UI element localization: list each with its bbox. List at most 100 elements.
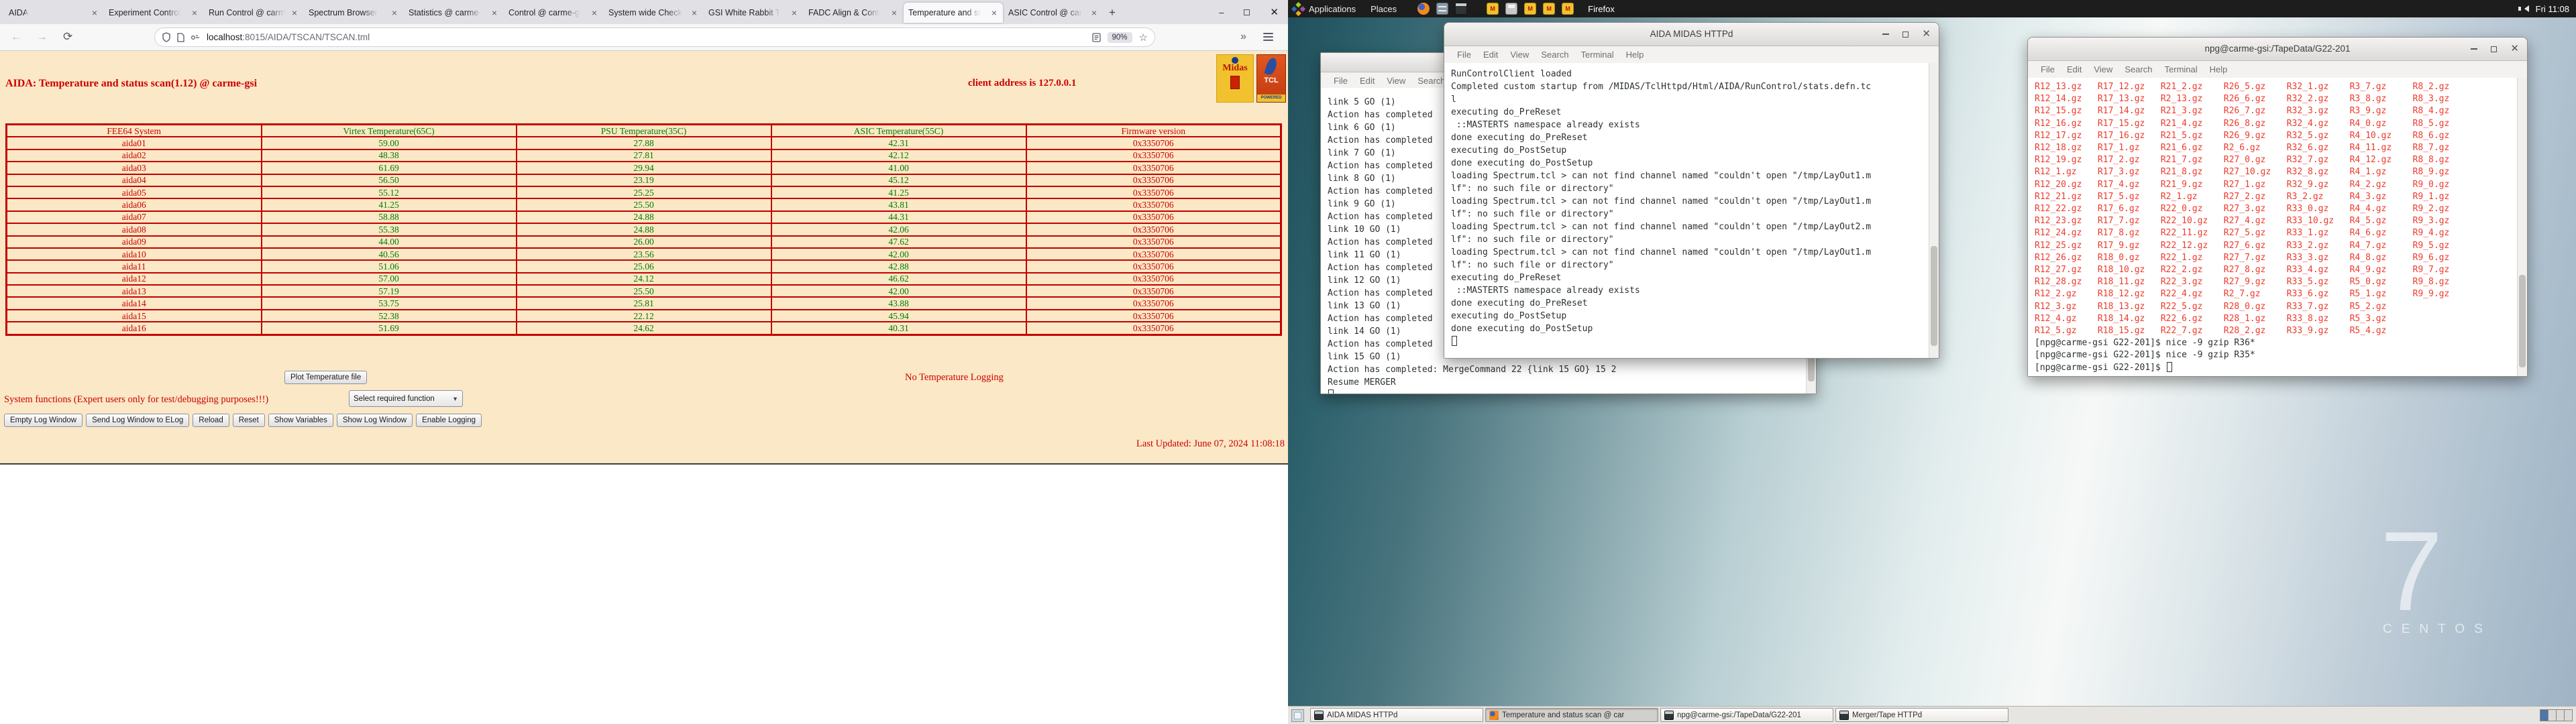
tab-close-icon[interactable]: × bbox=[790, 7, 798, 18]
aida-midas-httpd-window[interactable]: AIDA MIDAS HTTPd ✕ File Edit View Search Ter… bbox=[1444, 22, 1939, 359]
menu-item-edit[interactable]: Edit bbox=[2061, 64, 2088, 74]
menu-item-file[interactable]: File bbox=[2035, 64, 2061, 74]
close-button[interactable]: ✕ bbox=[2510, 44, 2519, 54]
menu-item-edit[interactable]: Edit bbox=[1354, 76, 1381, 86]
places-menu[interactable]: Places bbox=[1371, 4, 1397, 14]
reload-button[interactable]: ⟳ bbox=[63, 30, 72, 44]
close-button[interactable]: ✕ bbox=[1922, 29, 1931, 39]
browser-tab[interactable]: System wide Check × bbox=[604, 3, 703, 23]
tab-close-icon[interactable]: × bbox=[390, 7, 398, 18]
printer-launcher-icon[interactable] bbox=[1505, 3, 1518, 15]
workspace-4[interactable] bbox=[2564, 709, 2573, 721]
tab-close-icon[interactable]: × bbox=[191, 7, 199, 18]
shell-prompt-line: [npg@carme-gsi G22-201]$ nice -9 gzip R3… bbox=[2035, 338, 2255, 349]
table-cell: 0x3350706 bbox=[1025, 185, 1282, 200]
browser-tab[interactable]: ASIC Control @ car × bbox=[1004, 3, 1103, 23]
overflow-chevron[interactable]: » bbox=[1240, 31, 1246, 43]
permissions-icon[interactable] bbox=[191, 34, 200, 42]
centos-menu-icon[interactable] bbox=[1291, 1, 1306, 16]
url-bar[interactable]: localhost:8015/AIDA/TSCAN/TSCAN.tml 90% … bbox=[154, 27, 1155, 47]
terminal-output[interactable]: RunControlClient loaded Completed custom … bbox=[1444, 63, 1929, 358]
menu-item-file[interactable]: File bbox=[1328, 76, 1354, 86]
tab-close-icon[interactable]: × bbox=[1090, 7, 1098, 18]
menu-item-search[interactable]: Search bbox=[2118, 64, 2158, 74]
midas-launcher-icon[interactable]: M bbox=[1487, 3, 1499, 15]
minimize-button[interactable]: – bbox=[1219, 7, 1224, 17]
maximize-button[interactable] bbox=[2491, 46, 2498, 52]
taskbar-window-button[interactable]: npg@carme-gsi:/TapeData/G22-201 bbox=[1660, 708, 1833, 722]
tab-close-icon[interactable]: × bbox=[91, 7, 99, 18]
tab-close-icon[interactable]: × bbox=[690, 7, 698, 18]
taskbar-window-button[interactable]: Merger/Tape HTTPd bbox=[1835, 708, 2008, 722]
tab-close-icon[interactable]: × bbox=[490, 7, 498, 18]
browser-tab[interactable]: Temperature and st × bbox=[904, 3, 1003, 23]
volume-icon[interactable] bbox=[2518, 5, 2529, 12]
action-button[interactable]: Reload bbox=[193, 414, 229, 427]
browser-tab[interactable]: Spectrum Browser × bbox=[304, 3, 403, 23]
menu-item-terminal[interactable]: Terminal bbox=[2159, 64, 2204, 74]
menu-item-view[interactable]: View bbox=[1381, 76, 1411, 86]
zoom-level-badge[interactable]: 90% bbox=[1107, 32, 1132, 43]
browser-tab[interactable]: GSI White Rabbit T × bbox=[704, 3, 803, 23]
minimize-button[interactable] bbox=[2471, 48, 2478, 50]
menu-item-view[interactable]: View bbox=[2088, 64, 2118, 74]
menu-item-help[interactable]: Help bbox=[2204, 64, 2234, 74]
applications-menu[interactable]: Applications bbox=[1309, 4, 1356, 14]
close-button[interactable]: ✕ bbox=[1270, 6, 1279, 18]
files-launcher-icon[interactable] bbox=[1436, 3, 1449, 15]
firefox-launcher-icon[interactable] bbox=[1417, 3, 1430, 15]
aida-midas-httpd-titlebar[interactable]: AIDA MIDAS HTTPd ✕ bbox=[1444, 23, 1939, 46]
browser-tab[interactable]: Control @ carme-g × bbox=[504, 3, 603, 23]
browser-tab[interactable]: Run Control @ carm × bbox=[204, 3, 303, 23]
menu-item-search[interactable]: Search bbox=[1535, 50, 1574, 60]
workspace-switcher[interactable] bbox=[2540, 709, 2573, 721]
page-info-icon[interactable] bbox=[177, 32, 184, 42]
menu-item-edit[interactable]: Edit bbox=[1477, 50, 1504, 60]
midas-launcher-icon[interactable]: M bbox=[1543, 3, 1556, 15]
maximize-button[interactable] bbox=[1902, 31, 1909, 38]
reader-mode-icon[interactable] bbox=[1091, 32, 1101, 42]
action-button[interactable]: Reset bbox=[232, 414, 265, 427]
scrollbar[interactable] bbox=[1929, 63, 1939, 358]
tab-close-icon[interactable]: × bbox=[890, 7, 898, 18]
midas-launcher-icon[interactable]: M bbox=[1524, 3, 1537, 15]
browser-tab[interactable]: Experiment Control × bbox=[104, 3, 203, 23]
menu-hamburger-icon[interactable] bbox=[1263, 33, 1273, 43]
menu-item-view[interactable]: View bbox=[1504, 50, 1535, 60]
new-tab-button[interactable]: + bbox=[1104, 3, 1121, 23]
tab-close-icon[interactable]: × bbox=[290, 7, 299, 18]
back-button[interactable]: ← bbox=[11, 30, 22, 44]
browser-tab[interactable]: Statistics @ carme- × bbox=[404, 3, 503, 23]
tab-close-icon[interactable]: × bbox=[590, 7, 598, 18]
terminal-output[interactable]: R12_13.gz R17_12.gz R21_2.gz R26_5.gz R3… bbox=[2028, 78, 2518, 376]
browser-tab[interactable]: FADC Align & Cont × bbox=[804, 3, 903, 23]
scrollbar[interactable] bbox=[2517, 78, 2527, 376]
action-button[interactable]: Show Variables bbox=[268, 414, 333, 427]
function-select[interactable]: Select required function ▼ bbox=[349, 390, 463, 407]
forward-button[interactable]: → bbox=[36, 30, 48, 44]
table-cell: 25.25 bbox=[515, 185, 772, 200]
navigation-bar: ← → ⟳ localhost:8015/AIDA/TSCAN/TSCAN.tm… bbox=[0, 24, 1288, 51]
action-button[interactable]: Empty Log Window bbox=[4, 414, 83, 427]
npg-tape-terminal-titlebar[interactable]: npg@carme-gsi:/TapeData/G22-201 ✕ bbox=[2028, 38, 2527, 61]
minimize-button[interactable] bbox=[1882, 34, 1890, 35]
action-button[interactable]: Send Log Window to ELog bbox=[86, 414, 190, 427]
bookmark-star-icon[interactable]: ☆ bbox=[1139, 32, 1148, 44]
browser-tab[interactable]: AIDA × bbox=[4, 3, 103, 23]
action-button[interactable]: Enable Logging bbox=[416, 414, 482, 427]
npg-tape-terminal-window[interactable]: npg@carme-gsi:/TapeData/G22-201 ✕ File Ed… bbox=[2027, 37, 2528, 377]
plot-temperature-button[interactable]: Plot Temperature file bbox=[284, 371, 368, 384]
taskbar-window-button[interactable]: Temperature and status scan @ car bbox=[1485, 708, 1658, 722]
tab-close-icon[interactable]: × bbox=[990, 7, 998, 18]
action-button[interactable]: Show Log Window bbox=[336, 414, 413, 427]
menu-item-help[interactable]: Help bbox=[1620, 50, 1650, 60]
shield-icon[interactable] bbox=[162, 32, 171, 42]
maximize-button[interactable] bbox=[1244, 9, 1250, 15]
menu-item-terminal[interactable]: Terminal bbox=[1575, 50, 1620, 60]
menu-item-file[interactable]: File bbox=[1451, 50, 1477, 60]
table-row: aida08 55.38 24.88 42.06 0x3350706 bbox=[5, 223, 1282, 237]
terminal-launcher-icon[interactable] bbox=[1455, 3, 1468, 15]
show-desktop-button[interactable] bbox=[1291, 709, 1304, 722]
midas-launcher-icon[interactable]: M bbox=[1562, 3, 1574, 15]
taskbar-window-button[interactable]: AIDA MIDAS HTTPd bbox=[1310, 708, 1483, 722]
